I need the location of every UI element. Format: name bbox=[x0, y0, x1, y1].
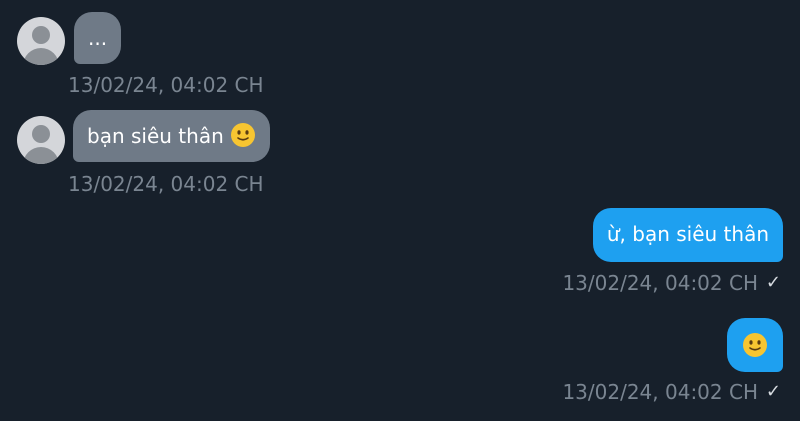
avatar-body bbox=[23, 48, 59, 65]
sent-check-icon: ✓ bbox=[765, 272, 781, 293]
outgoing-message-bubble[interactable]: ừ, bạn siêu thân bbox=[592, 208, 783, 262]
message-text: ừ, bạn siêu thân bbox=[606, 222, 769, 246]
avatar[interactable] bbox=[17, 17, 65, 65]
avatar-head bbox=[32, 125, 50, 143]
incoming-message-bubble[interactable]: bạn siêu thân bbox=[73, 110, 271, 162]
outgoing-message-bubble[interactable] bbox=[727, 318, 783, 372]
avatar-body bbox=[23, 147, 59, 164]
message-text: ... bbox=[88, 26, 108, 50]
incoming-message-bubble[interactable]: ... bbox=[74, 12, 122, 64]
message-timestamp: 13/02/24, 04:02 CH bbox=[68, 172, 264, 196]
slightly-smiling-face-icon bbox=[743, 333, 767, 357]
message-timestamp: 13/02/24, 04:02 CH bbox=[562, 271, 758, 295]
slightly-smiling-face-icon bbox=[231, 123, 256, 147]
message-text: bạn siêu thân bbox=[87, 124, 224, 148]
message-timestamp: 13/02/24, 04:02 CH bbox=[562, 380, 758, 404]
avatar[interactable] bbox=[17, 116, 65, 164]
avatar-head bbox=[32, 26, 50, 44]
message-timestamp: 13/02/24, 04:02 CH bbox=[68, 73, 264, 97]
sent-check-icon: ✓ bbox=[765, 381, 781, 402]
